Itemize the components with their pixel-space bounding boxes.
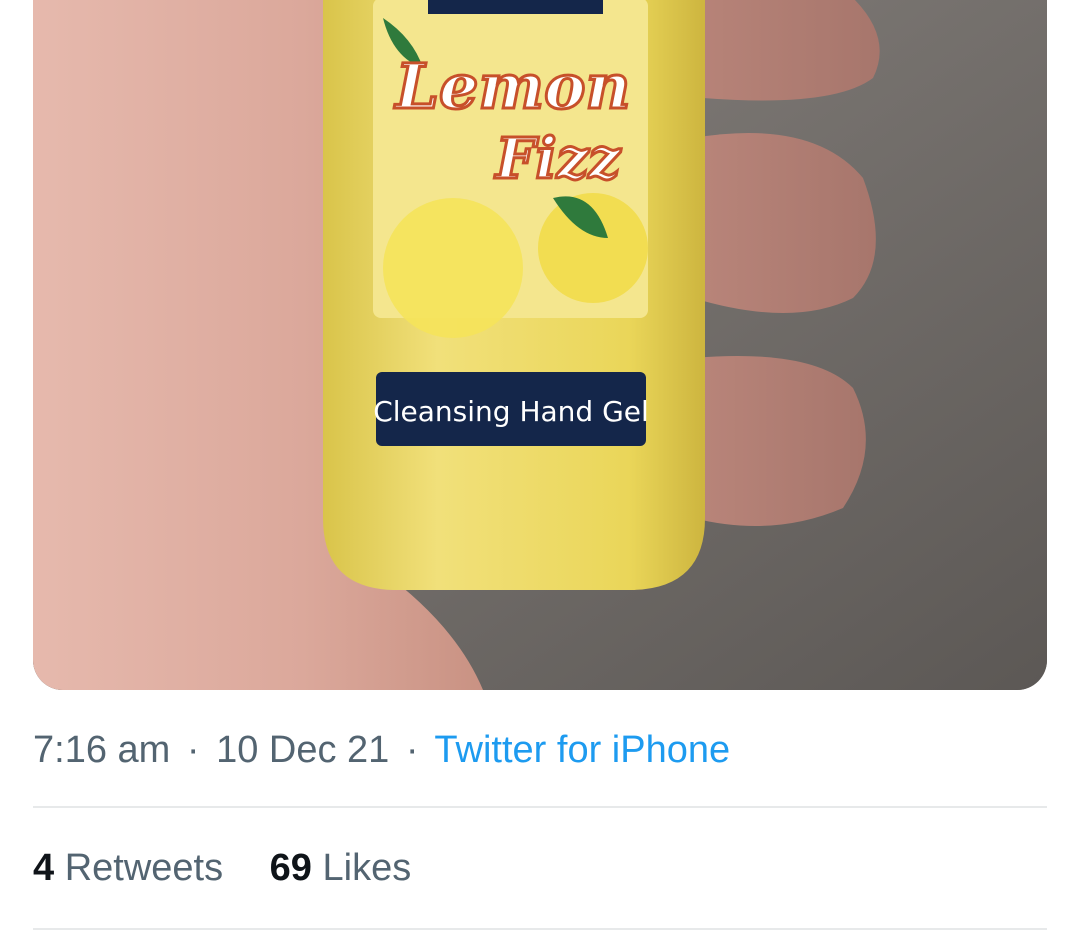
brand-lemon-text: Lemon	[393, 50, 630, 123]
tweet-source-link[interactable]: Twitter for iPhone	[434, 729, 730, 771]
brand-fizz-text: Fizz	[494, 126, 622, 192]
meta-separator: ·	[405, 729, 419, 771]
divider	[33, 928, 1047, 930]
tweet-time[interactable]: 7:16 am	[33, 729, 170, 771]
likes-label: Likes	[322, 847, 412, 889]
divider	[33, 806, 1047, 808]
tweet-stats-row: 4 Retweets 69 Likes	[33, 840, 447, 896]
retweets-count: 4	[33, 847, 55, 889]
tweet-timestamp-row: 7:16 am · 10 Dec 21 · Twitter for iPhone	[33, 722, 730, 778]
likes-count: 69	[269, 847, 312, 889]
retweets-label: Retweets	[64, 847, 224, 889]
meta-separator: ·	[186, 729, 200, 771]
likes-stat[interactable]: 69 Likes	[270, 840, 412, 896]
retweets-stat[interactable]: 4 Retweets	[33, 840, 223, 896]
tweet-date[interactable]: 10 Dec 21	[216, 729, 389, 771]
photo-hand-holding-bottle: Lemon Fizz Cleansing Hand Gel	[33, 0, 1047, 690]
tweet-photo[interactable]: Lemon Fizz Cleansing Hand Gel	[33, 0, 1047, 690]
product-type-text: Cleansing Hand Gel	[373, 395, 649, 428]
tweet-detail: Lemon Fizz Cleansing Hand Gel 7:16 am · …	[0, 0, 1080, 939]
